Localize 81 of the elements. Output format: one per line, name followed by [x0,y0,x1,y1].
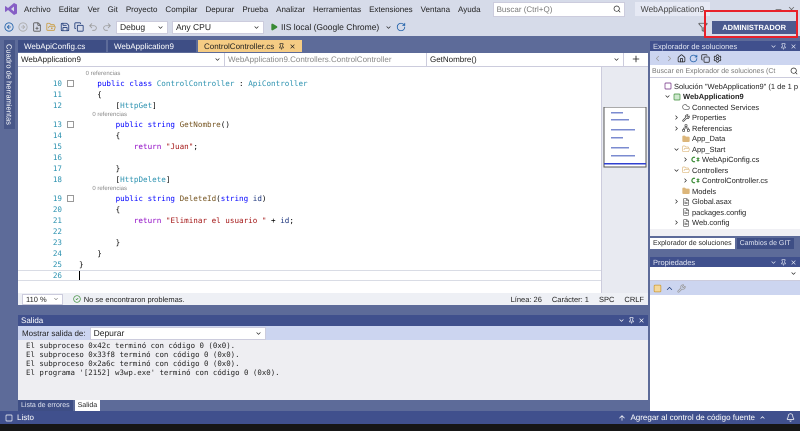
menu-item[interactable]: Depurar [203,4,236,14]
text-cursor [79,271,80,280]
home-icon[interactable] [677,54,686,62]
search-field[interactable]: Buscar (Ctrl+Q) [492,2,625,16]
arrow-up-icon [618,414,626,422]
caret-icon [214,56,221,63]
folder-icon [682,166,690,174]
caret-icon [254,330,262,336]
document-tab[interactable]: WebApiConfig.cs [18,40,106,52]
menu-item[interactable]: Analizar [274,4,308,14]
status-icon [5,414,13,422]
status-text: Listo [17,413,34,422]
settings-icon[interactable] [713,54,722,62]
caret-icon [253,24,260,30]
cloud-icon [682,103,690,112]
caret-icon [613,56,620,63]
caret-icon[interactable] [385,24,392,30]
file-icon [682,198,690,206]
project-select[interactable]: WebApplication9 [18,53,225,66]
close-icon [289,42,296,50]
menu-item[interactable]: Proyecto [124,4,160,14]
menu-item[interactable]: Ver [86,4,102,14]
references-icon [682,124,690,132]
fold-icon[interactable] [67,121,74,128]
folder-icon [682,187,690,196]
notifications-icon[interactable] [786,413,795,422]
project-icon [673,92,681,101]
dropdown-icon[interactable] [618,317,625,324]
fold-icon[interactable] [67,80,74,87]
check-icon [72,295,81,303]
panel-title: Salida [21,316,44,325]
menu-item[interactable]: Archivo [22,4,53,14]
class-select[interactable]: WebApplication9.Controllers.ControlController [225,53,427,66]
code-file-icon [691,156,700,164]
add-icon[interactable] [631,54,641,64]
platform-select[interactable]: Any CPU [172,20,264,34]
caret-icon [52,296,59,302]
solution-icon [664,82,672,90]
search-icon [612,5,621,13]
pin-icon[interactable] [780,258,787,266]
file-icon [682,218,690,227]
menu-item[interactable]: Ventana [418,4,452,14]
menu-item[interactable]: Prueba [240,4,270,14]
output-source-label: Mostrar salida de: [22,328,86,338]
back-icon[interactable] [4,22,14,32]
solution-name: WebApplication9 [634,2,710,16]
folder-icon [682,145,690,154]
menu-item[interactable]: Editar [56,4,82,14]
new-item-icon[interactable] [32,22,42,32]
minimap-drawing [603,107,647,169]
caret-icon [759,414,766,421]
menu-item[interactable]: Ayuda [456,4,483,14]
wrench-icon [682,114,690,122]
document-tab[interactable]: WebApplication9 [108,40,196,52]
save-all-icon[interactable] [74,22,84,32]
pin-icon[interactable] [780,42,787,50]
search-icon [790,67,798,75]
vs-logo-icon [4,2,18,16]
dropdown-icon[interactable] [770,258,777,266]
caret-icon [157,24,164,30]
code-file-icon [691,177,700,184]
source-control-link[interactable]: Agregar al control de código fuente [630,413,755,422]
save-icon[interactable] [60,22,70,32]
configuration-select[interactable]: Debug [116,20,168,34]
dropdown-icon[interactable] [770,42,777,50]
menu-item[interactable]: Extensiones [367,4,415,14]
file-icon [682,208,690,216]
caret-icon [790,270,797,277]
play-icon [270,23,278,31]
member-select[interactable]: GetNombre() [427,53,624,66]
document-tab[interactable]: ControlController.cs [198,40,302,52]
menu-item[interactable]: Git [106,4,120,14]
fold-icon[interactable] [67,195,74,202]
refresh-icon[interactable] [689,54,698,62]
output-source-select[interactable]: Depurar [90,326,266,340]
folder-icon [682,134,690,143]
run-button[interactable]: IIS local (Google Chrome) [268,22,382,32]
menu-item[interactable]: Compilar [163,4,200,14]
pin-icon [278,42,286,50]
menu-item[interactable]: Herramientas [311,4,364,14]
refresh-icon[interactable] [396,22,406,32]
